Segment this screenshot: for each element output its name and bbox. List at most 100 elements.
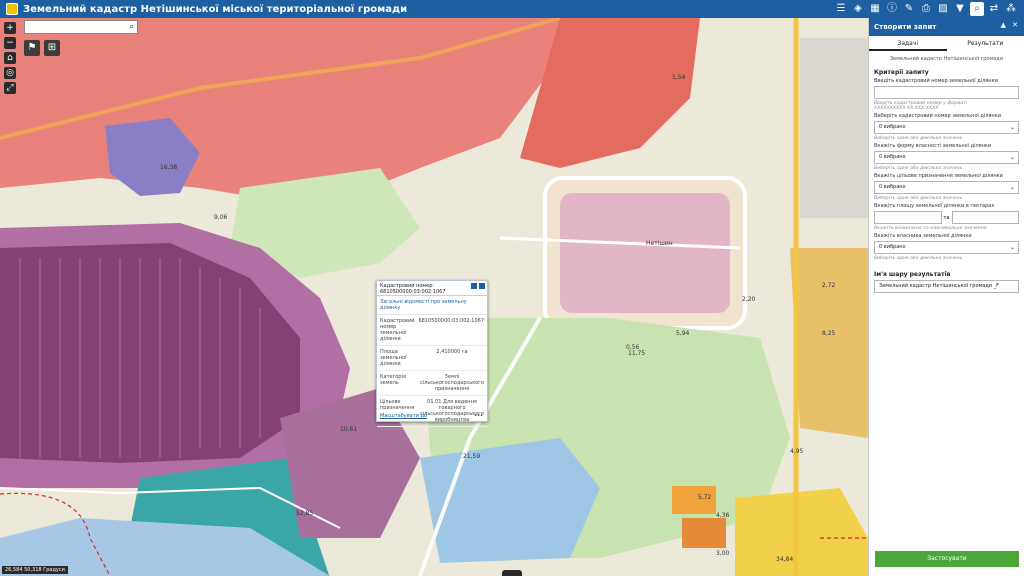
measure-icon[interactable]: ⚑	[24, 40, 40, 56]
coordinates-readout: 26,584 50,318 Градуси	[2, 566, 68, 574]
map-view[interactable]: 16,38 9,06 10,61 52,85 21,59 11,75 34,84…	[0, 18, 868, 576]
query-icon[interactable]: ⌕	[970, 2, 984, 16]
popup-row-value: 01.01 Для ведення товарного сільськогосп…	[420, 399, 484, 423]
select-area-icon[interactable]: ⊞	[44, 40, 60, 56]
cad-number-label: Введіть кадастровий номер земельної діля…	[874, 78, 998, 84]
parcel-label: 2,72	[822, 282, 836, 289]
parcel-label: 3,00	[716, 550, 730, 557]
popup-row: Категорія земель Землі сільськогосподарс…	[377, 371, 487, 396]
cad-number-input[interactable]	[874, 86, 1019, 99]
query-panel: Створити запит ▲ ✕ Задачі Результати Зем…	[868, 18, 1024, 576]
parcel-label: 2,20	[742, 296, 756, 303]
popup-row-value: 6810500000:03:002:1067	[418, 318, 485, 324]
ownership-select[interactable]: 0 вибрано ⌄	[874, 151, 1019, 164]
filter-icon[interactable]: ▼	[953, 2, 967, 16]
task-subtitle: Земельний кадастр Нетішинської громади	[889, 56, 1004, 62]
coat-of-arms-icon	[6, 3, 18, 15]
area-min-input[interactable]	[874, 211, 942, 224]
tab-results[interactable]: Результати	[947, 36, 1024, 51]
area-label: Вкажіть площу земельної ділянки в гектар…	[874, 203, 995, 209]
home-icon[interactable]: ⌂	[4, 52, 16, 64]
parcel-label: 11,75	[628, 350, 646, 357]
parcel-label: 8,25	[822, 330, 836, 337]
dock-icon[interactable]	[471, 283, 477, 289]
popup-row-key: Категорія земель	[380, 374, 406, 386]
layer-name-input[interactable]: Земельний кадастр Нетішинської громади _…	[874, 280, 1019, 293]
city-label: Нетішин	[646, 240, 673, 247]
popup-title: Кадастровий номер: 6810500000:03:002:106…	[380, 283, 446, 295]
more-icon[interactable]: •••	[474, 413, 483, 419]
app-title: Земельний кадастр Нетішинської міської т…	[23, 3, 408, 15]
purpose-select[interactable]: 0 вибрано ⌄	[874, 181, 1019, 194]
popup-row-key: Кадастровий номер земельної ділянки	[380, 318, 415, 342]
popup-row-key: Цільове призначення	[380, 399, 415, 411]
owner-select[interactable]: 0 вибрано ⌄	[874, 241, 1019, 254]
close-icon[interactable]: ✕	[1012, 21, 1018, 29]
zoom-to-link[interactable]: Масштабувати до	[380, 413, 427, 419]
popup-row: Площа земельної ділянки 2,410000 га	[377, 346, 487, 371]
edit-icon[interactable]: ✎	[902, 2, 916, 16]
owner-label: Вкажіть власника земельної ділянки	[874, 233, 972, 239]
parcel-label: 5,94	[676, 330, 690, 337]
zoom-out-button[interactable]: −	[4, 37, 16, 49]
panel-tabs: Задачі Результати	[869, 36, 1024, 51]
popup-section-link: Загальні відомості про земельну ділянку	[377, 296, 487, 315]
fullscreen-icon[interactable]: ⤢	[4, 82, 16, 94]
popup-row-value: 2,410000 га	[436, 349, 468, 355]
parcel-label: 52,85	[296, 510, 314, 517]
cad-select-hint: Виберіть одне або декілька значень	[874, 136, 963, 141]
info-icon[interactable]: ⓘ	[885, 2, 899, 16]
search-icon[interactable]: ⌕	[129, 22, 134, 32]
share-icon[interactable]: ⇄	[987, 2, 1001, 16]
list-icon[interactable]: ☰	[834, 2, 848, 16]
search-input[interactable]: ⌕	[24, 20, 138, 34]
ownership-hint: Виберіть одне або декілька значень	[874, 166, 963, 171]
popup-row-key: Площа земельної ділянки	[380, 349, 407, 367]
cad-select[interactable]: 0 вибрано ⌄	[874, 121, 1019, 134]
area-range: та	[874, 211, 1020, 224]
hatch-icon[interactable]: ▨	[936, 2, 950, 16]
parcel-label: 1,54	[672, 74, 686, 81]
popup-row: Цільове призначення 01.01 Для ведення то…	[377, 396, 487, 427]
print-icon[interactable]: ⎙	[919, 2, 933, 16]
apply-button[interactable]: Застосувати	[875, 551, 1019, 567]
parcel-label: 21,59	[463, 453, 481, 460]
parcel-label: 16,38	[160, 164, 178, 171]
popup-row: Кадастровий номер земельної ділянки 6810…	[377, 315, 487, 346]
zoom-controls: + − ⌂ ◎ ⤢	[4, 22, 16, 94]
attribute-table-toggle[interactable]	[502, 570, 522, 576]
layer-name-title: Ім'я шару результатів	[874, 271, 951, 278]
parcel-label: 0,56	[626, 344, 640, 351]
close-icon[interactable]	[479, 283, 485, 289]
cluster-icon[interactable]: ⁂	[1004, 2, 1018, 16]
zoom-in-button[interactable]: +	[4, 22, 16, 34]
panel-title: Створити запит	[874, 23, 937, 31]
parcel-popup: Кадастровий номер: 6810500000:03:002:106…	[376, 280, 488, 427]
panel-header: Створити запит ▲ ✕	[869, 18, 1024, 36]
chevron-down-icon: ⌄	[1009, 184, 1015, 191]
chevron-down-icon: ⌄	[1009, 124, 1015, 131]
area-hint: Вкажіть мінімальне та максимальне значен…	[874, 226, 987, 231]
parcel-label: 5,72	[698, 494, 712, 501]
grid-icon[interactable]: ▦	[868, 2, 882, 16]
locate-icon[interactable]: ◎	[4, 67, 16, 79]
cad-select-label: Виберіть кадастровий номер земельної діл…	[874, 113, 1001, 119]
chevron-down-icon: ⌄	[1009, 244, 1015, 251]
purpose-label: Вкажіть цільове призначення земельної ді…	[874, 173, 1003, 179]
ownership-label: Вкажіть форму власності земельної ділянк…	[874, 143, 992, 149]
parcel-label: 10,61	[340, 426, 358, 433]
popup-header: Кадастровий номер: 6810500000:03:002:106…	[377, 281, 487, 296]
toolbar: ☰ ◈ ▦ ⓘ ✎ ⎙ ▨ ▼ ⌕ ⇄ ⁂	[834, 2, 1018, 16]
parcel-label: 34,84	[776, 556, 794, 563]
parcel-label: 4,36	[716, 512, 730, 519]
chevron-down-icon: ⌄	[1009, 154, 1015, 161]
area-separator: та	[943, 214, 950, 221]
tab-tasks[interactable]: Задачі	[869, 36, 947, 51]
criteria-title: Критерії запиту	[874, 69, 929, 76]
owner-hint: Виберіть одне або декілька значень	[874, 256, 963, 261]
parcel-label: 9,06	[214, 214, 228, 221]
area-max-input[interactable]	[951, 211, 1020, 224]
purpose-hint: Виберіть одне або декілька значень	[874, 196, 963, 201]
collapse-icon[interactable]: ▲	[1001, 21, 1006, 29]
layers-icon[interactable]: ◈	[851, 2, 865, 16]
